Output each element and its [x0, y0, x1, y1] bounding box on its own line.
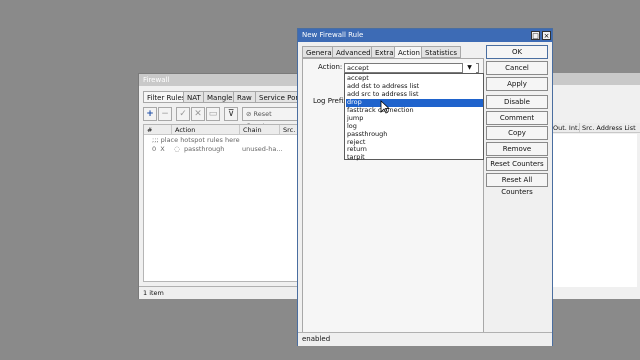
passthrough-icon: ◌: [174, 145, 180, 153]
tab-statistics[interactable]: Statistics: [421, 46, 461, 58]
chevron-down-icon[interactable]: ▼: [462, 63, 476, 73]
disable-icon[interactable]: ✕: [191, 107, 205, 121]
enable-icon[interactable]: ✓: [176, 107, 190, 121]
dialog-status-bar: enabled: [298, 332, 552, 346]
firewall-table-right: [553, 134, 637, 287]
row-disabled-flag: X: [160, 145, 165, 153]
remove-icon[interactable]: −: [158, 107, 172, 121]
option-tarpit[interactable]: tarpit: [346, 153, 483, 162]
mouse-pointer-icon: [380, 100, 390, 114]
copy-button[interactable]: Copy: [486, 126, 548, 140]
dialog-title: New Firewall Rule: [298, 29, 552, 42]
option-fasttrack-connection[interactable]: fasttrack connection: [346, 106, 483, 115]
add-icon[interactable]: +: [143, 107, 157, 121]
close-icon[interactable]: ×: [542, 31, 551, 40]
option-jump[interactable]: jump: [346, 114, 483, 123]
tab-action[interactable]: Action: [394, 46, 424, 58]
row-number: 0: [152, 145, 157, 153]
new-firewall-rule-dialog[interactable]: New Firewall Rule □ × General Advanced E…: [297, 28, 553, 346]
col-action[interactable]: Action: [172, 125, 240, 135]
col-chain[interactable]: Chain: [240, 125, 280, 135]
table-comment-row[interactable]: ;;; place hotspot rules here: [152, 136, 240, 145]
col-out-interface[interactable]: Out. Int.: [553, 123, 580, 133]
col-number[interactable]: #: [144, 125, 172, 135]
reset-all-counters-button[interactable]: Reset All Counters: [486, 173, 548, 196]
col-src-address-list[interactable]: Src. Address List: [579, 123, 636, 133]
cancel-button[interactable]: Cancel: [486, 61, 548, 75]
maximize-icon[interactable]: □: [531, 31, 540, 40]
reset-counters-icon: ⊘: [246, 110, 254, 118]
firewall-title-right: [553, 73, 640, 85]
row-action: passthrough: [184, 145, 225, 153]
remove-button[interactable]: Remove: [486, 142, 548, 156]
row-chain: unused-ha...: [242, 145, 283, 153]
filter-icon[interactable]: ⊽: [224, 107, 238, 121]
reset-counters-dialog-button[interactable]: Reset Counters: [486, 157, 548, 171]
comment-icon[interactable]: ▭: [206, 107, 220, 121]
firewall-header-right: Out. Int. Src. Address List: [553, 123, 640, 133]
action-select[interactable]: accept: [344, 63, 479, 73]
reset-counters-button[interactable]: ⊘ Reset Counters: [242, 107, 304, 130]
option-add-src-to-address-list[interactable]: add src to address list: [346, 90, 483, 99]
disable-button[interactable]: Disable: [486, 95, 548, 109]
tab-advanced[interactable]: Advanced: [332, 46, 375, 58]
apply-button[interactable]: Apply: [486, 77, 548, 91]
comment-button[interactable]: Comment: [486, 111, 548, 125]
action-label: Action:: [318, 63, 343, 71]
action-dropdown-list[interactable]: accept add dst to address list add src t…: [344, 73, 484, 160]
ok-button[interactable]: OK: [486, 45, 548, 59]
